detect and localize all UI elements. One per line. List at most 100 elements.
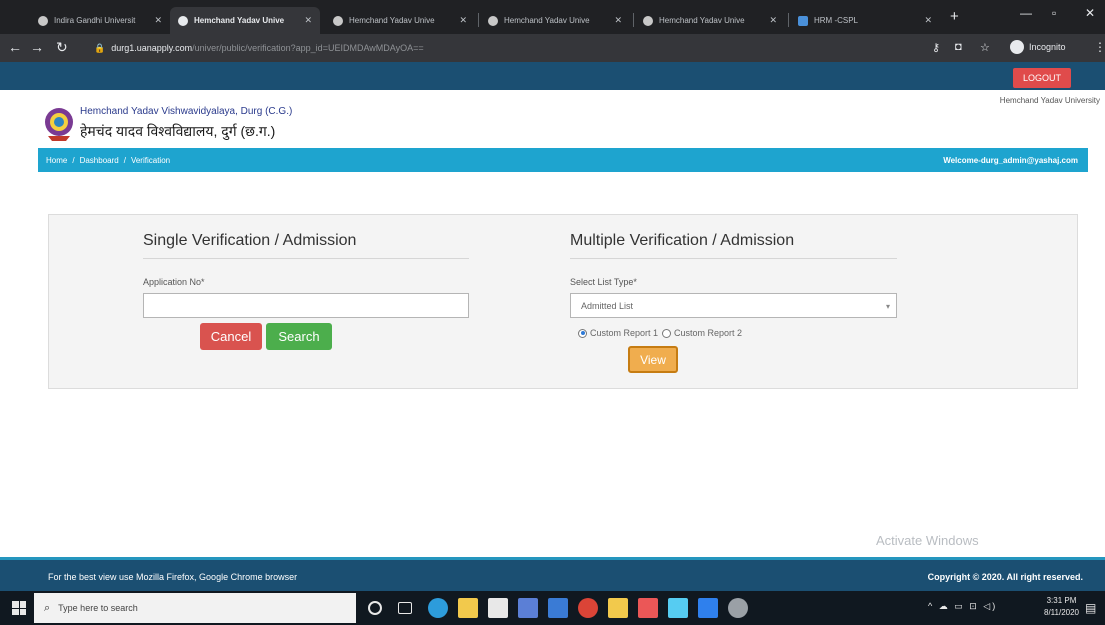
tab-title: Hemchand Yadav Unive — [349, 16, 435, 25]
favicon-icon — [38, 15, 48, 26]
key-icon[interactable]: ⚷ — [932, 41, 940, 54]
custom-report-2-label: Custom Report 2 — [674, 328, 743, 338]
browser-tab[interactable]: HRM -CSPL ✕ — [790, 7, 940, 34]
reload-icon[interactable]: ↻ — [56, 40, 68, 54]
favicon-icon — [178, 15, 188, 26]
pdf-icon[interactable] — [638, 598, 658, 618]
favicon-icon — [488, 15, 498, 26]
favicon-icon — [643, 15, 653, 26]
close-icon[interactable]: ✕ — [298, 15, 312, 26]
custom-report-1-radio[interactable] — [578, 328, 587, 338]
new-tab-icon[interactable]: + — [950, 8, 959, 25]
breadcrumb-home[interactable]: Home — [46, 156, 67, 165]
list-type-select[interactable]: Admitted List ▾ — [570, 293, 897, 318]
address-bar[interactable]: 🔒 durg1.uanapply.com /univer/public/veri… — [94, 38, 924, 58]
notifications-icon[interactable]: ▤ — [1085, 601, 1096, 615]
search-button[interactable]: Search — [266, 323, 332, 350]
breadcrumb-separator: / — [72, 156, 75, 165]
close-icon[interactable]: ✕ — [148, 15, 162, 26]
camera-off-icon[interactable]: ◘ — [955, 41, 962, 53]
logout-button[interactable]: LOGOUT — [1013, 68, 1071, 88]
divider — [143, 258, 469, 259]
windows-start-icon[interactable] — [12, 601, 26, 615]
chevron-down-icon: ▾ — [885, 302, 890, 311]
site-footer: For the best view use Mozilla Firefox, G… — [0, 557, 1105, 591]
footer-copyright: Copyright © 2020. All right reserved. — [927, 572, 1083, 582]
tab-separator — [633, 13, 634, 27]
tab-separator — [478, 13, 479, 27]
footer-browser-note: For the best view use Mozilla Firefox, G… — [48, 572, 298, 582]
store-icon[interactable] — [488, 598, 508, 618]
incognito-icon — [1010, 40, 1024, 54]
university-name-hi: हेमचंद यादव विश्वविद्यालय, दुर्ग (छ.ग.) — [80, 123, 276, 139]
sticky-notes-icon[interactable] — [608, 598, 628, 618]
word-icon[interactable] — [698, 598, 718, 618]
university-logo — [45, 108, 73, 141]
task-view-icon[interactable] — [398, 602, 412, 614]
cortana-icon[interactable] — [368, 601, 382, 615]
close-icon[interactable]: ✕ — [608, 15, 622, 26]
single-verification-title: Single Verification / Admission — [143, 232, 357, 249]
edge-icon[interactable] — [428, 598, 448, 618]
favicon-icon — [333, 15, 343, 26]
browser-tab[interactable]: Hemchand Yadav Unive ✕ — [480, 7, 630, 34]
browser-toolbar: ← → ↻ 🔒 durg1.uanapply.com /univer/publi… — [0, 34, 1105, 62]
tab-title: Hemchand Yadav Unive — [504, 16, 590, 25]
mail-icon[interactable] — [548, 598, 568, 618]
university-name-en: Hemchand Yadav Vishwavidyalaya, Durg (C.… — [80, 106, 293, 117]
settings-app-icon[interactable] — [728, 598, 748, 618]
close-icon[interactable]: ✕ — [918, 15, 932, 26]
star-icon[interactable]: ☆ — [980, 41, 990, 54]
cancel-button[interactable]: Cancel — [200, 323, 262, 350]
maximize-icon[interactable]: ▫ — [1052, 6, 1056, 20]
browser-tab-strip: Indira Gandhi Universit ✕ Hemchand Yadav… — [0, 0, 1105, 34]
browser-tab-active[interactable]: Hemchand Yadav Unive ✕ — [170, 7, 320, 34]
minimize-icon[interactable]: — — [1020, 6, 1032, 20]
browser-tab[interactable]: Hemchand Yadav Unive ✕ — [325, 7, 475, 34]
taskbar-search-placeholder: Type here to search — [58, 603, 138, 613]
close-icon[interactable]: ✕ — [453, 15, 467, 26]
system-tray-icons[interactable]: ^ ☁ ▭ ⊡ ◁) — [928, 601, 997, 612]
custom-report-1-label: Custom Report 1 — [590, 328, 659, 338]
menu-icon[interactable]: ⋮ — [1094, 40, 1105, 54]
taskbar-search[interactable]: ⌕ Type here to search — [34, 593, 356, 623]
paint-icon[interactable] — [518, 598, 538, 618]
close-icon[interactable]: ✕ — [763, 15, 777, 26]
incognito-label: Incognito — [1029, 42, 1066, 52]
browser-tab[interactable]: Hemchand Yadav Unive ✕ — [635, 7, 785, 34]
application-no-label: Application No* — [143, 277, 205, 287]
close-window-icon[interactable]: ✕ — [1085, 6, 1095, 20]
url-host: durg1.uanapply.com — [111, 43, 193, 53]
breadcrumb: Home / Dashboard / Verification — [46, 156, 170, 165]
app-icon[interactable] — [668, 598, 688, 618]
forward-icon[interactable]: → — [30, 40, 44, 54]
application-no-input[interactable] — [143, 293, 469, 318]
browser-tab[interactable]: Indira Gandhi Universit ✕ — [30, 7, 170, 34]
file-explorer-icon[interactable] — [458, 598, 478, 618]
welcome-text: Welcome-durg_admin@yashaj.com — [943, 156, 1078, 165]
breadcrumb-dashboard[interactable]: Dashboard — [80, 156, 119, 165]
tab-title: HRM -CSPL — [814, 16, 859, 25]
custom-report-2-radio[interactable] — [662, 328, 672, 338]
site-top-bar — [0, 62, 1105, 90]
tab-title: Hemchand Yadav Unive — [194, 16, 285, 25]
lock-icon: 🔒 — [94, 42, 106, 53]
clock-time: 3:31 PM — [1046, 596, 1077, 605]
tab-separator — [788, 13, 789, 27]
university-name-right: Hemchand Yadav University — [999, 96, 1100, 105]
breadcrumb-bar: Home / Dashboard / Verification Welcome-… — [38, 148, 1088, 172]
windows-taskbar: ⌕ Type here to search ^ ☁ ▭ ⊡ ◁) 3:31 PM… — [0, 591, 1105, 625]
chrome-icon[interactable] — [578, 598, 598, 618]
url-path: /univer/public/verification?app_id=UEIDM… — [192, 43, 424, 53]
breadcrumb-current: Verification — [130, 156, 171, 165]
activate-windows-watermark: Activate Windows — [876, 533, 979, 548]
search-icon: ⌕ — [44, 601, 51, 614]
tab-title: Hemchand Yadav Unive — [659, 16, 745, 25]
clock-date: 8/11/2020 — [1044, 608, 1079, 617]
report-radio-group: Custom Report 1 Custom Report 2 — [578, 328, 742, 338]
back-icon[interactable]: ← — [8, 40, 22, 54]
breadcrumb-separator: / — [123, 156, 126, 165]
view-button[interactable]: View — [628, 346, 678, 373]
incognito-indicator[interactable]: Incognito — [1010, 40, 1066, 54]
taskbar-clock[interactable]: 3:31 PM 8/11/2020 — [1044, 595, 1079, 619]
